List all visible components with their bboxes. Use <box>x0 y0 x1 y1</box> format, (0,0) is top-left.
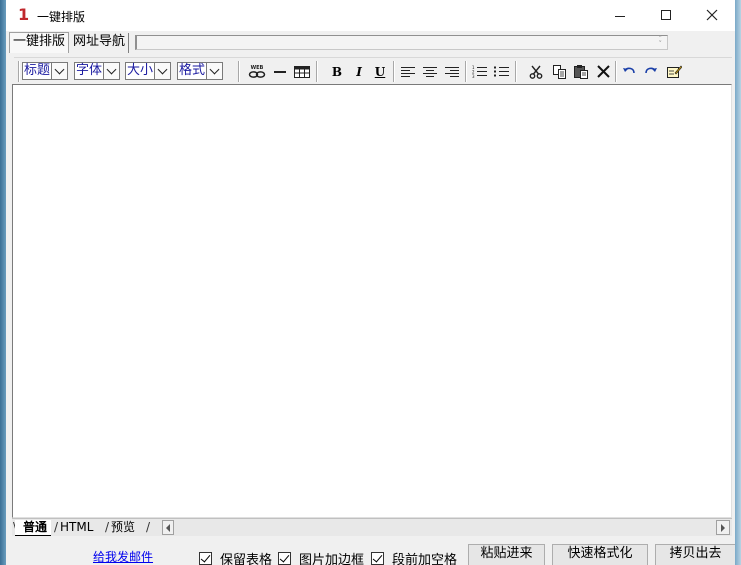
tab-one-click-layout[interactable]: 一键排版 <box>9 32 70 53</box>
align-center-icon <box>423 66 437 77</box>
indent-paragraph-checkbox[interactable]: 段前加空格 <box>371 549 457 565</box>
edit-note-button[interactable] <box>664 62 684 81</box>
minimize-button[interactable] <box>597 0 643 30</box>
redo-icon <box>645 67 657 73</box>
cut-button[interactable] <box>526 62 546 81</box>
toolbar-separator <box>465 61 467 82</box>
toolbar-separator <box>316 61 318 82</box>
font-select-label: 字体 <box>75 63 104 79</box>
undo-button[interactable] <box>619 62 639 81</box>
redo-button[interactable] <box>641 62 661 81</box>
size-select[interactable]: 大小 <box>125 62 172 80</box>
bullet-list-button[interactable] <box>491 62 511 81</box>
keep-table-checkbox[interactable]: 保留表格 <box>199 549 272 565</box>
checkbox-checked-icon <box>278 552 291 565</box>
tab-preview[interactable]: 预览 <box>109 520 137 536</box>
checkbox-checked-icon <box>371 552 384 565</box>
align-left-button[interactable] <box>398 62 418 81</box>
insert-table-button[interactable] <box>292 62 312 81</box>
chevron-down-icon <box>206 63 223 79</box>
tab-normal[interactable]: 普通 <box>15 520 52 536</box>
bold-button[interactable]: B <box>327 62 347 81</box>
minimize-icon <box>615 15 625 17</box>
address-bar[interactable]: ˄ ˅ <box>135 35 668 50</box>
image-border-label: 图片加边框 <box>299 553 365 565</box>
horizontal-rule-icon <box>274 70 286 73</box>
app-window: 1 一键排版 一键排版 网址导航 ˄ ˅ 标题 字体 大小 格式 WEB B I… <box>6 0 735 565</box>
align-right-button[interactable] <box>442 62 462 81</box>
top-tab-bar: 一键排版 网址导航 ˄ ˅ <box>6 31 735 55</box>
heading-select-label: 标题 <box>23 63 52 79</box>
maximize-icon <box>661 10 671 20</box>
web-link-icon: WEB <box>248 65 266 78</box>
toolbar-separator <box>515 61 517 82</box>
toolbar-separator <box>238 61 240 82</box>
italic-button[interactable]: I <box>349 62 369 81</box>
copy-button[interactable] <box>549 62 569 81</box>
svg-text:3: 3 <box>472 74 475 78</box>
scroll-left-button[interactable] <box>162 520 174 535</box>
svg-text:WEB: WEB <box>251 65 264 71</box>
paste-in-button[interactable]: 粘贴进来 <box>468 544 545 565</box>
bullet-list-icon <box>493 66 509 77</box>
email-me-link[interactable]: 给我发邮件 <box>93 548 153 565</box>
editor-area[interactable] <box>12 84 732 518</box>
align-left-icon <box>401 66 415 77</box>
tab-divider: / <box>146 520 151 534</box>
web-link-button[interactable]: WEB <box>247 62 267 81</box>
paste-icon <box>574 65 588 79</box>
format-select[interactable]: 格式 <box>177 62 224 80</box>
close-button[interactable] <box>689 0 735 30</box>
heading-select[interactable]: 标题 <box>22 62 69 80</box>
arrow-right-icon <box>721 523 725 532</box>
copy-out-button[interactable]: 拷贝出去 <box>655 544 735 565</box>
window-title: 一键排版 <box>37 10 86 24</box>
bottom-tab-bar: \ 普通 / HTML / 预览 / <box>12 518 732 536</box>
app-logo: 1 <box>18 5 30 24</box>
align-right-icon <box>445 66 459 77</box>
chevron-down-icon <box>51 63 68 79</box>
quick-format-button[interactable]: 快速格式化 <box>552 544 648 565</box>
numbered-list-icon: 123 <box>472 65 487 78</box>
image-border-checkbox[interactable]: 图片加边框 <box>278 549 364 565</box>
cut-icon <box>529 65 543 79</box>
checkbox-checked-icon <box>199 552 212 565</box>
underline-button[interactable]: U <box>370 62 390 81</box>
format-select-label: 格式 <box>178 63 207 79</box>
footer-bar: 给我发邮件 保留表格 图片加边框 段前加空格 粘贴进来 快速格式化 拷贝出去 <box>6 537 735 565</box>
numbered-list-button[interactable]: 123 <box>469 62 489 81</box>
size-select-label: 大小 <box>126 63 155 79</box>
delete-icon <box>596 65 610 78</box>
toolbar-separator <box>393 61 395 82</box>
toolbar-separator <box>615 61 617 82</box>
toolbar-separator <box>18 61 20 82</box>
delete-button[interactable] <box>593 62 613 81</box>
close-icon <box>706 9 718 21</box>
edit-note-icon <box>667 65 682 78</box>
spin-arrows-icon: ˄ ˅ <box>658 35 663 48</box>
tab-web-navigation[interactable]: 网址导航 <box>70 33 130 53</box>
undo-icon <box>623 67 635 73</box>
arrow-left-icon <box>166 523 170 532</box>
horizontal-rule-button[interactable] <box>270 62 290 81</box>
font-select[interactable]: 字体 <box>74 62 121 80</box>
tab-html[interactable]: HTML <box>58 520 95 536</box>
keep-table-label: 保留表格 <box>220 553 273 565</box>
title-bar: 1 一键排版 <box>6 0 735 31</box>
indent-paragraph-label: 段前加空格 <box>392 553 458 565</box>
maximize-button[interactable] <box>643 0 689 30</box>
chevron-down-icon <box>103 63 120 79</box>
copy-icon <box>552 65 566 79</box>
chevron-down-icon <box>154 63 171 79</box>
align-center-button[interactable] <box>420 62 440 81</box>
format-toolbar: 标题 字体 大小 格式 WEB B I U 1 2 3 <box>14 57 732 83</box>
paste-button[interactable] <box>571 62 591 81</box>
table-icon <box>294 65 310 78</box>
scroll-right-button[interactable] <box>716 520 730 535</box>
